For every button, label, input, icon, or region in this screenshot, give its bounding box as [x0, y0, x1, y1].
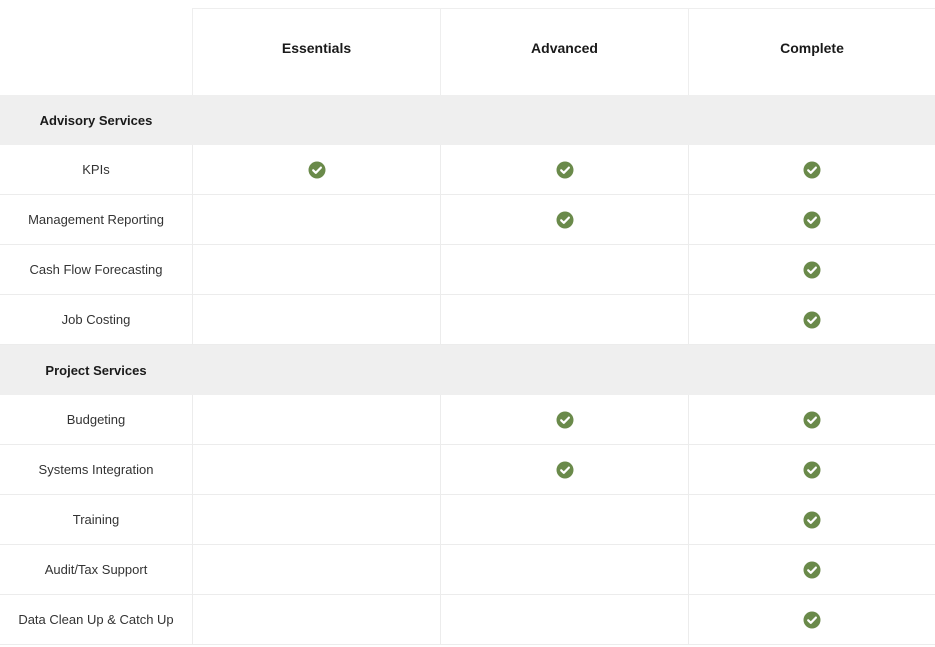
plan-feature-cell	[440, 495, 688, 544]
feature-label: Training	[72, 512, 120, 527]
plan-feature-cell	[688, 395, 935, 444]
plan-feature-cell	[192, 395, 440, 444]
plan-feature-cell	[440, 445, 688, 494]
table-row: Job Costing	[0, 295, 935, 345]
section-header: Advisory Services	[0, 95, 935, 145]
table-body: Advisory Services KPIs Management Reportin…	[0, 95, 935, 645]
check-circle-icon	[803, 311, 821, 329]
plan-header-row: Essentials Advanced Complete	[0, 0, 935, 95]
plan-feature-cell	[192, 295, 440, 344]
plan-feature-cell	[192, 595, 440, 644]
table-row: Cash Flow Forecasting	[0, 245, 935, 295]
check-circle-icon	[803, 261, 821, 279]
pricing-comparison-table: Essentials Advanced Complete Advisory Se…	[0, 0, 935, 645]
plan-feature-cell	[192, 245, 440, 294]
feature-label: Budgeting	[66, 412, 126, 427]
plan-feature-cell	[688, 495, 935, 544]
plan-feature-cell	[192, 495, 440, 544]
check-circle-icon	[803, 211, 821, 229]
table-row: Systems Integration	[0, 445, 935, 495]
check-circle-icon	[803, 561, 821, 579]
table-row: KPIs	[0, 145, 935, 195]
plan-header-essentials: Essentials	[192, 8, 440, 95]
plan-feature-cell	[440, 295, 688, 344]
plan-feature-cell	[440, 395, 688, 444]
plan-feature-cell	[688, 145, 935, 194]
feature-label: Job Costing	[61, 312, 131, 327]
plan-feature-cell	[440, 195, 688, 244]
table-row: Management Reporting	[0, 195, 935, 245]
header-empty-cell	[0, 8, 192, 95]
plan-feature-cell	[688, 245, 935, 294]
check-circle-icon	[556, 161, 574, 179]
check-circle-icon	[803, 461, 821, 479]
plan-feature-cell	[192, 545, 440, 594]
plan-feature-cell	[440, 245, 688, 294]
section-title: Project Services	[45, 362, 147, 378]
table-row: Audit/Tax Support	[0, 545, 935, 595]
plan-feature-cell	[688, 295, 935, 344]
plan-feature-cell	[688, 195, 935, 244]
feature-label: Management Reporting	[28, 212, 164, 227]
check-circle-icon	[308, 161, 326, 179]
check-circle-icon	[556, 411, 574, 429]
feature-label: Systems Integration	[38, 462, 154, 477]
plan-feature-cell	[688, 545, 935, 594]
plan-header-complete: Complete	[688, 8, 935, 95]
feature-label: KPIs	[82, 162, 110, 177]
section-title: Advisory Services	[39, 112, 153, 128]
check-circle-icon	[803, 611, 821, 629]
feature-label: Audit/Tax Support	[44, 562, 148, 577]
check-circle-icon	[803, 411, 821, 429]
plan-feature-cell	[688, 445, 935, 494]
plan-header-advanced: Advanced	[440, 8, 688, 95]
check-circle-icon	[803, 511, 821, 529]
feature-label: Cash Flow Forecasting	[29, 262, 163, 277]
check-circle-icon	[556, 461, 574, 479]
check-circle-icon	[803, 161, 821, 179]
feature-label: Data Clean Up & Catch Up	[18, 612, 174, 627]
check-circle-icon	[556, 211, 574, 229]
section-header: Project Services	[0, 345, 935, 395]
plan-feature-cell	[688, 595, 935, 644]
plan-feature-cell	[192, 445, 440, 494]
plan-feature-cell	[440, 545, 688, 594]
plan-feature-cell	[440, 145, 688, 194]
table-row: Training	[0, 495, 935, 545]
plan-feature-cell	[440, 595, 688, 644]
plan-feature-cell	[192, 145, 440, 194]
table-row: Data Clean Up & Catch Up	[0, 595, 935, 645]
table-row: Budgeting	[0, 395, 935, 445]
plan-feature-cell	[192, 195, 440, 244]
